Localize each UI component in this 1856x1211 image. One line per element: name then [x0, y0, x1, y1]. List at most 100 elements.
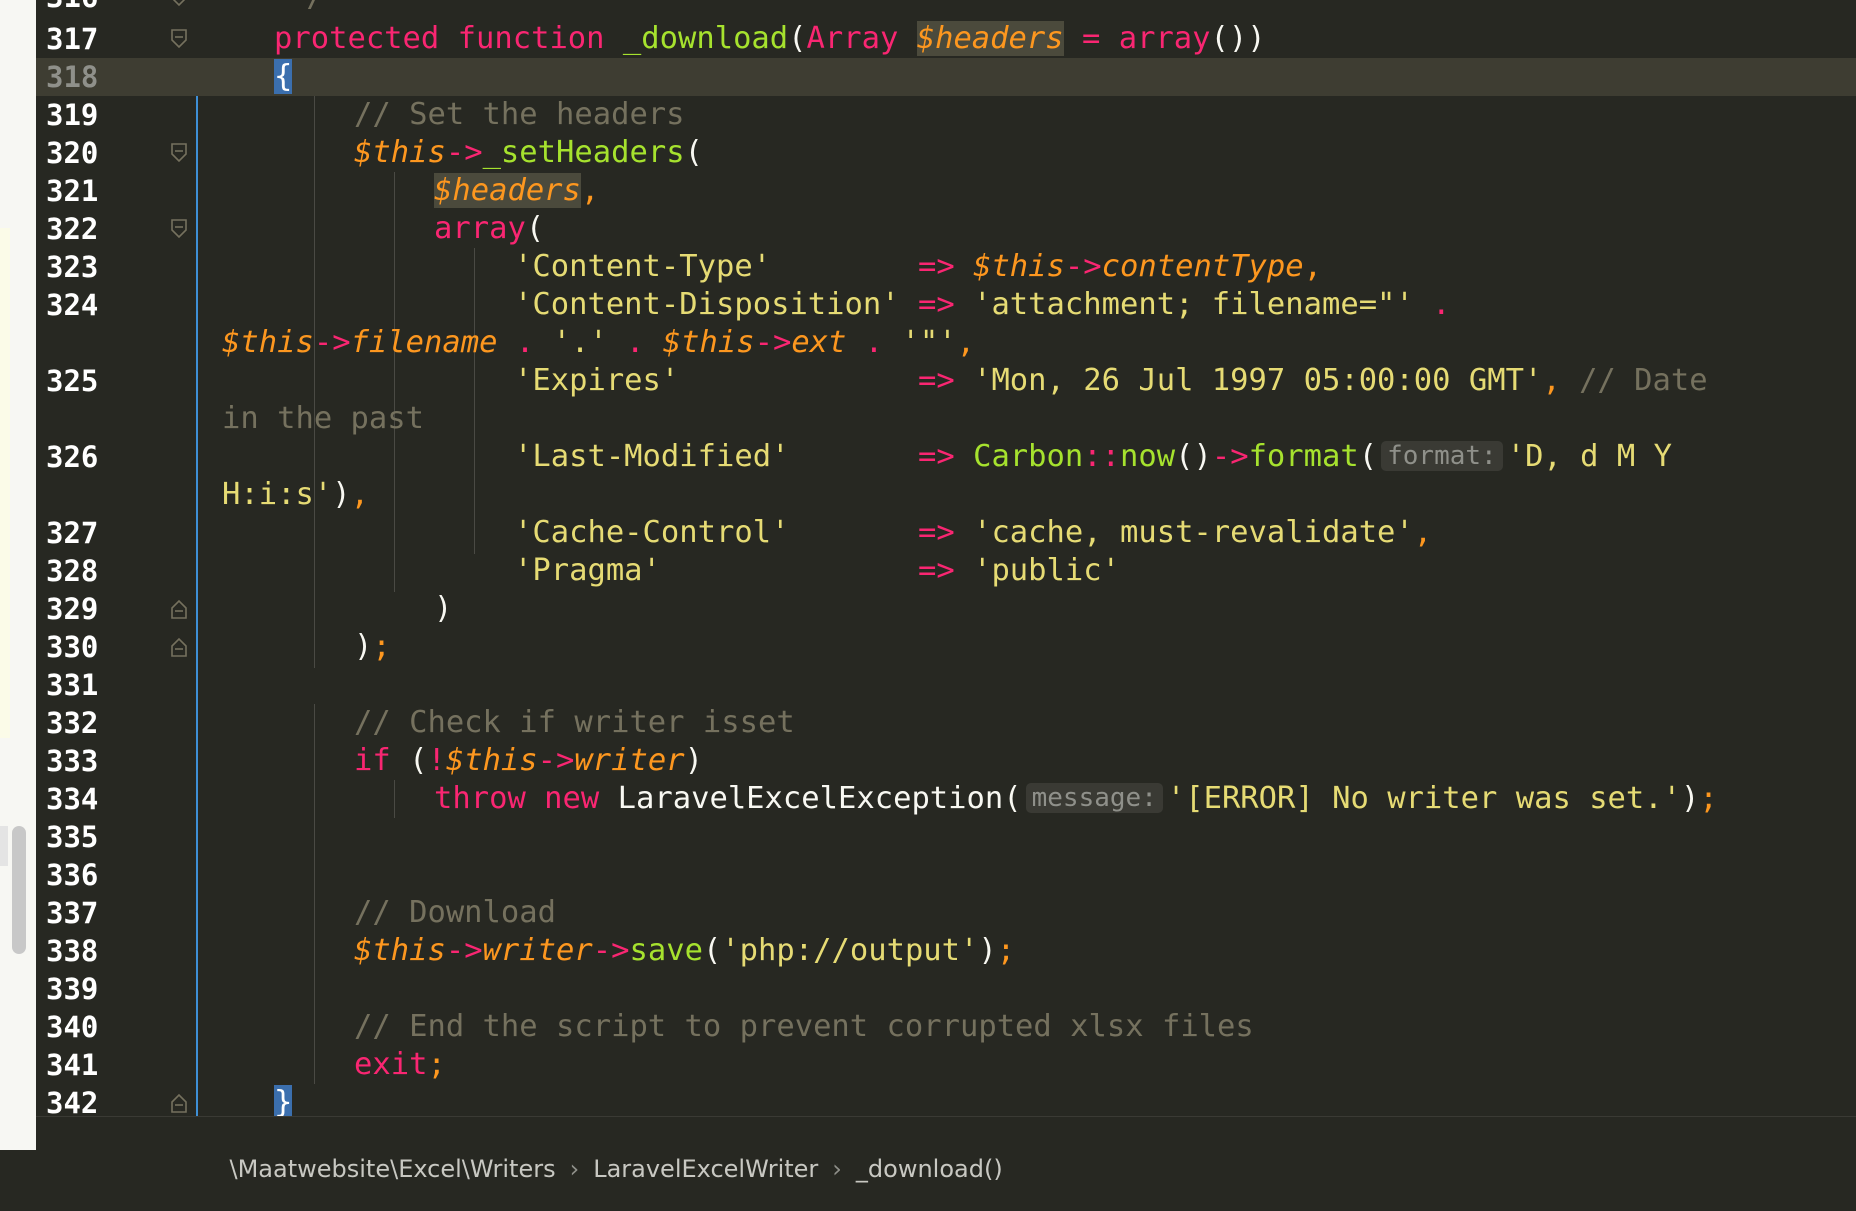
- scrollbar-thumb[interactable]: [12, 826, 26, 954]
- code-text[interactable]: }: [274, 1084, 293, 1116]
- breadcrumb-class[interactable]: LaravelExcelWriter: [593, 1155, 818, 1183]
- line-number[interactable]: 332: [36, 704, 136, 742]
- line-number[interactable]: [36, 476, 136, 514]
- code-line[interactable]: 335: [36, 818, 1856, 856]
- code-text[interactable]: $this->_setHeaders(: [354, 134, 703, 172]
- fold-open-icon[interactable]: [170, 0, 188, 8]
- line-number[interactable]: 324: [36, 286, 136, 324]
- line-number[interactable]: 317: [36, 20, 136, 58]
- code-line[interactable]: 322 array(: [36, 210, 1856, 248]
- line-number[interactable]: 325: [36, 362, 136, 400]
- code-text[interactable]: // Set the headers: [354, 96, 685, 134]
- code-text[interactable]: {: [274, 58, 293, 96]
- code-line[interactable]: 327 'Cache-Control' => 'cache, must-reval…: [36, 514, 1856, 552]
- code-line[interactable]: 341 exit;: [36, 1046, 1856, 1084]
- code-line[interactable]: 316 */: [36, 0, 1856, 16]
- code-text[interactable]: throw new LaravelExcelException(message:…: [434, 780, 1718, 818]
- line-number[interactable]: 318: [36, 58, 136, 96]
- fold-close-icon[interactable]: [170, 636, 188, 658]
- code-line[interactable]: 337 // Download: [36, 894, 1856, 932]
- fold-close-icon[interactable]: [170, 1092, 188, 1114]
- line-number[interactable]: 337: [36, 894, 136, 932]
- code-text[interactable]: */: [288, 0, 325, 16]
- code-line[interactable]: 329): [36, 590, 1856, 628]
- code-text[interactable]: exit;: [354, 1046, 446, 1084]
- breadcrumb-method[interactable]: _download(): [856, 1155, 1003, 1183]
- code-line[interactable]: 330);: [36, 628, 1856, 666]
- code-text[interactable]: protected function _download(Array $head…: [274, 20, 1266, 58]
- code-line-wrap[interactable]: H:i:s'),: [36, 476, 1856, 514]
- code-line[interactable]: 336: [36, 856, 1856, 894]
- code-line[interactable]: 332 // Check if writer isset: [36, 704, 1856, 742]
- code-line[interactable]: 326 'Last-Modified' => Carbon::now()->for…: [36, 438, 1856, 476]
- line-number[interactable]: 328: [36, 552, 136, 590]
- code-line[interactable]: 325 'Expires' => 'Mon, 26 Jul 1997 05:00:…: [36, 362, 1856, 400]
- code-line[interactable]: 321 $headers,: [36, 172, 1856, 210]
- code-token: Carbon: [973, 439, 1084, 474]
- code-line[interactable]: 338 $this->writer->save('php://output');: [36, 932, 1856, 970]
- line-number[interactable]: 327: [36, 514, 136, 552]
- code-line-wrap[interactable]: $this->filename . '.' . $this->ext . '"'…: [36, 324, 1856, 362]
- code-line[interactable]: 323 'Content-Type' => $this->contentType,: [36, 248, 1856, 286]
- fold-open-icon[interactable]: [170, 218, 188, 240]
- code-line[interactable]: 317 protected function _download(Array $h…: [36, 20, 1856, 58]
- line-number[interactable]: 330: [36, 628, 136, 666]
- code-line[interactable]: 334 throw new LaravelExcelException(messa…: [36, 780, 1856, 818]
- code-text[interactable]: // Check if writer isset: [354, 704, 795, 742]
- code-text[interactable]: $headers,: [434, 172, 599, 210]
- code-text[interactable]: if (!$this->writer): [354, 742, 703, 780]
- line-number[interactable]: 333: [36, 742, 136, 780]
- code-line[interactable]: 340 // End the script to prevent corrupte…: [36, 1008, 1856, 1046]
- line-number[interactable]: 341: [36, 1046, 136, 1084]
- code-token: '[ERROR] No writer was set.': [1166, 781, 1682, 816]
- code-text[interactable]: // Download: [354, 894, 556, 932]
- code-text[interactable]: 'Cache-Control' => 'cache, must-revalida…: [514, 514, 1432, 552]
- code-text[interactable]: // End the script to prevent corrupted x…: [354, 1008, 1254, 1046]
- code-text[interactable]: 'Last-Modified' => Carbon::now()->format…: [514, 438, 1672, 476]
- code-text[interactable]: $this->writer->save('php://output');: [354, 932, 1015, 970]
- code-text[interactable]: 'Expires' => 'Mon, 26 Jul 1997 05:00:00 …: [514, 362, 1708, 400]
- fold-open-icon[interactable]: [170, 142, 188, 164]
- code-line[interactable]: 339: [36, 970, 1856, 1008]
- code-line[interactable]: 333 if (!$this->writer): [36, 742, 1856, 780]
- line-number[interactable]: 320: [36, 134, 136, 172]
- line-number[interactable]: [36, 324, 136, 362]
- line-number[interactable]: 326: [36, 438, 136, 476]
- line-number[interactable]: 322: [36, 210, 136, 248]
- code-text[interactable]: $this->filename . '.' . $this->ext . '"'…: [222, 324, 975, 362]
- fold-open-icon[interactable]: [170, 28, 188, 50]
- code-line-wrap[interactable]: in the past: [36, 400, 1856, 438]
- line-number[interactable]: [36, 400, 136, 438]
- line-number[interactable]: 336: [36, 856, 136, 894]
- fold-close-icon[interactable]: [170, 598, 188, 620]
- line-number[interactable]: 335: [36, 818, 136, 856]
- code-text[interactable]: array(: [434, 210, 544, 248]
- code-line[interactable]: 319 // Set the headers: [36, 96, 1856, 134]
- code-line[interactable]: 324 'Content-Disposition' => 'attachment;…: [36, 286, 1856, 324]
- line-number[interactable]: 334: [36, 780, 136, 818]
- code-text[interactable]: H:i:s'),: [222, 476, 369, 514]
- line-number[interactable]: 331: [36, 666, 136, 704]
- line-number[interactable]: 319: [36, 96, 136, 134]
- code-line[interactable]: 342}: [36, 1084, 1856, 1116]
- code-line[interactable]: 331: [36, 666, 1856, 704]
- code-editor[interactable]: 316 */ 317 protected function _download(Arr…: [36, 0, 1856, 1116]
- code-line[interactable]: 320 $this->_setHeaders(: [36, 134, 1856, 172]
- line-number[interactable]: 329: [36, 590, 136, 628]
- code-text[interactable]: in the past: [222, 400, 424, 438]
- code-text[interactable]: 'Content-Type' => $this->contentType,: [514, 248, 1322, 286]
- line-number[interactable]: 323: [36, 248, 136, 286]
- breadcrumb-namespace[interactable]: \Maatwebsite\Excel\Writers: [230, 1155, 556, 1183]
- code-line[interactable]: 318 {: [36, 58, 1856, 96]
- line-number[interactable]: 339: [36, 970, 136, 1008]
- code-text[interactable]: );: [354, 628, 391, 666]
- code-line[interactable]: 328 'Pragma' => 'public': [36, 552, 1856, 590]
- line-number[interactable]: 338: [36, 932, 136, 970]
- line-number[interactable]: 316: [36, 0, 136, 16]
- code-text[interactable]: 'Content-Disposition' => 'attachment; fi…: [514, 286, 1451, 324]
- line-number[interactable]: 340: [36, 1008, 136, 1046]
- line-number[interactable]: 321: [36, 172, 136, 210]
- code-text[interactable]: 'Pragma' => 'public': [514, 552, 1120, 590]
- line-number[interactable]: 342: [36, 1084, 136, 1116]
- code-text[interactable]: ): [434, 590, 452, 628]
